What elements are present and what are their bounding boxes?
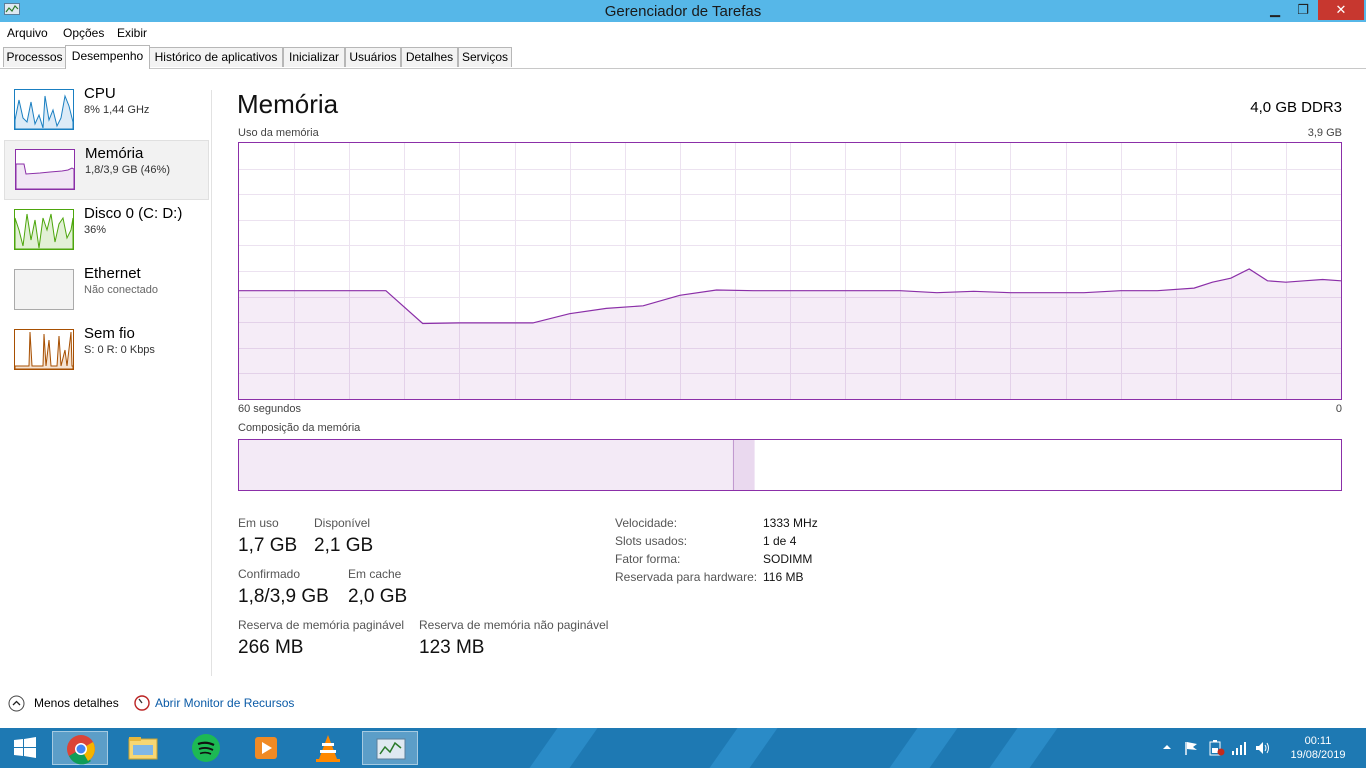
- tab-desempenho[interactable]: Desempenho: [65, 45, 150, 69]
- chrome-icon[interactable]: [52, 731, 108, 765]
- window-title: Gerenciador de Tarefas: [604, 3, 762, 20]
- cpu-thumbnail: [14, 89, 74, 130]
- open-resource-monitor-link[interactable]: Abrir Monitor de Recursos: [155, 696, 294, 710]
- tab-processos[interactable]: Processos: [3, 47, 66, 67]
- paginavel-label: Reserva de memória paginável: [238, 618, 405, 632]
- task-manager-icon[interactable]: [362, 731, 418, 765]
- tab-strip: Processos Desempenho Histórico de aplica…: [0, 45, 1366, 69]
- spotify-icon[interactable]: [178, 731, 234, 765]
- disk-label: Disco 0 (C: D:): [84, 205, 183, 222]
- ethernet-label: Ethernet: [84, 265, 141, 282]
- less-details-link[interactable]: Menos detalhes: [34, 696, 119, 710]
- vlc-icon[interactable]: [300, 731, 356, 765]
- menu-opcoes[interactable]: Opções: [63, 26, 104, 40]
- chevron-up-tray-icon[interactable]: [1160, 740, 1174, 754]
- taskbar-clock[interactable]: 00:11 19/08/2019: [1284, 734, 1352, 762]
- cpu-label: CPU: [84, 85, 116, 102]
- resource-monitor-icon[interactable]: [134, 695, 150, 711]
- media-player-icon[interactable]: [238, 731, 294, 765]
- menu-exibir[interactable]: Exibir: [117, 26, 147, 40]
- spec-velocidade-label: Velocidade:: [615, 516, 678, 530]
- ethernet-thumbnail: [14, 269, 74, 310]
- composition-svg: [239, 440, 1341, 490]
- time-left-label: 60 segundos: [238, 403, 301, 415]
- sidebar-item-memoria[interactable]: Memória 1,8/3,9 GB (46%): [4, 140, 209, 200]
- em-uso-value: 1,7 GB: [238, 535, 298, 556]
- memory-value: 1,8/3,9 GB (46%): [85, 164, 170, 176]
- resource-list: CPU 8% 1,44 GHz Memória 1,8/3,9 GB (46%)…: [0, 69, 211, 677]
- battery-icon[interactable]: [1207, 739, 1225, 757]
- volume-icon[interactable]: [1255, 740, 1271, 756]
- confirmado-label: Confirmado: [238, 567, 301, 581]
- memory-thumbnail: [15, 149, 75, 190]
- memory-label: Memória: [85, 145, 144, 162]
- memory-type: 4,0 GB DDR3: [1250, 99, 1342, 116]
- spec-slots-label: Slots usados:: [615, 534, 688, 548]
- cpu-value: 8% 1,44 GHz: [84, 104, 150, 116]
- tab-historico[interactable]: Histórico de aplicativos: [149, 47, 283, 67]
- sidebar-item-disco[interactable]: Disco 0 (C: D:) 36%: [4, 201, 207, 259]
- page-title: Memória: [237, 89, 339, 119]
- memory-usage-chart: [238, 142, 1342, 400]
- paginavel-value: 266 MB: [238, 637, 304, 658]
- close-button[interactable]: ✕: [1318, 0, 1364, 20]
- nao-paginavel-value: 123 MB: [419, 637, 485, 658]
- spec-slots-value: 1 de 4: [763, 534, 797, 548]
- tab-inicializar[interactable]: Inicializar: [283, 47, 345, 67]
- network-signal-icon[interactable]: [1231, 740, 1247, 756]
- usage-max-label: 3,9 GB: [1307, 127, 1342, 139]
- panel-divider: [211, 90, 212, 676]
- composition-modified: [732, 440, 755, 490]
- tab-servicos[interactable]: Serviços: [458, 47, 512, 67]
- sidebar-item-cpu[interactable]: CPU 8% 1,44 GHz: [4, 81, 207, 139]
- start-button[interactable]: [2, 731, 48, 765]
- em-uso-label: Em uso: [238, 516, 279, 530]
- usage-label: Uso da memória: [238, 127, 319, 139]
- nao-paginavel-label: Reserva de memória não paginável: [419, 618, 609, 632]
- sidebar-item-ethernet[interactable]: Ethernet Não conectado: [4, 261, 207, 319]
- em-cache-label: Em cache: [348, 567, 402, 581]
- flag-icon[interactable]: [1183, 740, 1199, 756]
- clock-date: 19/08/2019: [1290, 749, 1346, 761]
- file-explorer-icon[interactable]: [115, 731, 171, 765]
- disponivel-value: 2,1 GB: [314, 535, 374, 556]
- spec-reservada-value: 116 MB: [763, 570, 804, 584]
- title-bar: Gerenciador de Tarefas ▁ ❐ ✕: [0, 0, 1366, 22]
- memory-composition-bar: [238, 439, 1342, 491]
- disk-thumbnail: [14, 209, 74, 250]
- confirmado-value: 1,8/3,9 GB: [238, 586, 329, 607]
- taskbar: [0, 728, 1366, 768]
- em-cache-value: 2,0 GB: [348, 586, 408, 607]
- disponivel-label: Disponível: [314, 516, 371, 530]
- composition-label: Composição da memória: [238, 422, 361, 434]
- chevron-up-icon[interactable]: [8, 695, 25, 712]
- spec-reservada-label: Reservada para hardware:: [615, 570, 758, 584]
- spec-fator-value: SODIMM: [763, 552, 813, 566]
- composition-standby: [754, 440, 1297, 490]
- composition-free: [1296, 440, 1341, 490]
- minimize-button[interactable]: ▁: [1262, 0, 1288, 20]
- tab-usuarios[interactable]: Usuários: [345, 47, 401, 67]
- wifi-value: S: 0 R: 0 Kbps: [84, 344, 155, 356]
- menu-arquivo[interactable]: Arquivo: [7, 26, 48, 40]
- wifi-label: Sem fio: [84, 325, 135, 342]
- wifi-thumbnail: [14, 329, 74, 370]
- tab-detalhes[interactable]: Detalhes: [401, 47, 458, 67]
- composition-in-use: [239, 440, 733, 490]
- maximize-button[interactable]: ❐: [1290, 0, 1316, 20]
- ethernet-value: Não conectado: [84, 284, 158, 296]
- spec-fator-label: Fator forma:: [615, 552, 681, 566]
- clock-time: 00:11: [1304, 735, 1332, 747]
- memory-usage-svg: [239, 143, 1342, 399]
- spec-velocidade-value: 1333 MHz: [763, 516, 818, 530]
- menu-bar: Arquivo Opções Exibir: [0, 22, 1366, 44]
- disk-value: 36%: [84, 224, 107, 236]
- sidebar-item-sem-fio[interactable]: Sem fio S: 0 R: 0 Kbps: [4, 321, 207, 379]
- time-right-label: 0: [1335, 403, 1342, 415]
